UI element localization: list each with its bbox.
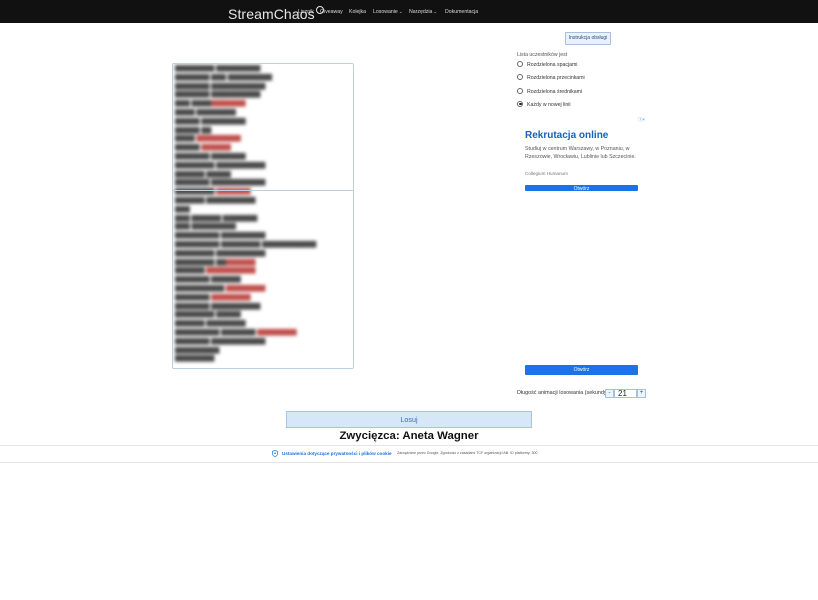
- nav-item-kolejka[interactable]: Kolejka: [349, 9, 366, 15]
- nav-item-label: Giveaway: [320, 9, 343, 15]
- duration-increment-button[interactable]: +: [637, 389, 646, 398]
- nav-item-label: Kolejka: [349, 9, 367, 15]
- nav-item-dokumentacja[interactable]: Dokumentacja: [445, 9, 478, 15]
- separator-label: Lista uczestników jest: [517, 52, 568, 58]
- participants-textarea[interactable]: ▇▇▇▇▇▇▇▇ ▇▇▇▇▇▇▇▇▇ ▇▇▇▇▇▇▇ ▇▇▇ ▇▇▇▇▇▇▇▇▇…: [172, 63, 354, 369]
- privacy-link-label: Ustawienia dotyczące prywatności i plikó…: [282, 451, 392, 456]
- nav-item-label: Losowanie: [373, 9, 398, 15]
- ad-text: Studiuj w centrum Warszawy, w Poznaniu, …: [525, 146, 636, 160]
- chevron-down-icon: ⌄: [433, 9, 438, 14]
- footer-divider-bottom: [0, 462, 818, 463]
- nav-item-label: Narzędzia: [409, 9, 433, 15]
- nav-item-label: Dokumentacja: [445, 9, 479, 15]
- ad-info-icon[interactable]: ⓘ×: [638, 117, 645, 123]
- privacy-settings-link[interactable]: Ustawienia dotyczące prywatności i plikó…: [272, 450, 392, 457]
- radio-option-newline[interactable]: Każdy w nowej linii: [517, 100, 571, 109]
- nav-item-licznik[interactable]: Licznik: [298, 9, 314, 15]
- textarea-fold-divider: [173, 190, 353, 191]
- radio-option-semicolons[interactable]: Rozdzielona średnikami: [517, 87, 583, 96]
- radio-icon[interactable]: [517, 87, 523, 94]
- shield-icon: [272, 450, 278, 457]
- nav-item-losowanie[interactable]: Losowanie⌄: [373, 9, 403, 15]
- radio-label: Rozdzielona przecinkami: [527, 75, 585, 81]
- radio-checked-icon[interactable]: [517, 100, 523, 107]
- ad-open-button[interactable]: Otwórz: [525, 365, 638, 375]
- radio-icon[interactable]: [517, 60, 523, 67]
- blurred-participant-list: ▇▇▇▇▇▇▇▇ ▇▇▇▇▇▇▇▇▇ ▇▇▇▇▇▇▇ ▇▇▇ ▇▇▇▇▇▇▇▇▇…: [175, 65, 317, 363]
- nav-item-label: Licznik: [298, 9, 314, 15]
- ad-title[interactable]: Rekrutacja online: [525, 130, 608, 141]
- radio-label: Rozdzielona średnikami: [527, 89, 583, 95]
- winner-text: Zwycięzca: Aneta Wagner: [339, 430, 479, 442]
- duration-label: Długość animacji losowania (sekundy):: [517, 390, 610, 396]
- radio-label: Każdy w nowej linii: [527, 102, 571, 108]
- chevron-down-icon: ⌄: [398, 9, 403, 14]
- google-consent-text: Zarządzane przez Google. Zgodność z zasa…: [397, 451, 538, 455]
- duration-input[interactable]: 21: [614, 389, 637, 398]
- advertisement[interactable]: ⓘ× Rekrutacja online Studiuj w centrum W…: [517, 117, 646, 376]
- nav-item-giveaway[interactable]: Giveaway: [320, 9, 343, 15]
- top-navbar: StreamChaos Licznik Giveaway Kolejka Los…: [0, 0, 818, 23]
- radio-option-commas[interactable]: Rozdzielona przecinkami: [517, 73, 585, 82]
- draw-button[interactable]: Losuj: [286, 411, 532, 428]
- footer-divider: [0, 445, 818, 446]
- ad-brand: Collegium Humanum: [525, 171, 568, 176]
- radio-label: Rozdzielona spacjami: [527, 62, 578, 68]
- nav-item-narzedzia[interactable]: Narzędzia⌄: [409, 9, 437, 15]
- instructions-button[interactable]: Instrukcja obsługi: [565, 32, 611, 45]
- radio-icon[interactable]: [517, 73, 523, 80]
- radio-option-spaces[interactable]: Rozdzielona spacjami: [517, 60, 578, 69]
- duration-decrement-button[interactable]: -: [605, 389, 614, 398]
- ad-open-button-top[interactable]: Otwórz: [525, 185, 638, 191]
